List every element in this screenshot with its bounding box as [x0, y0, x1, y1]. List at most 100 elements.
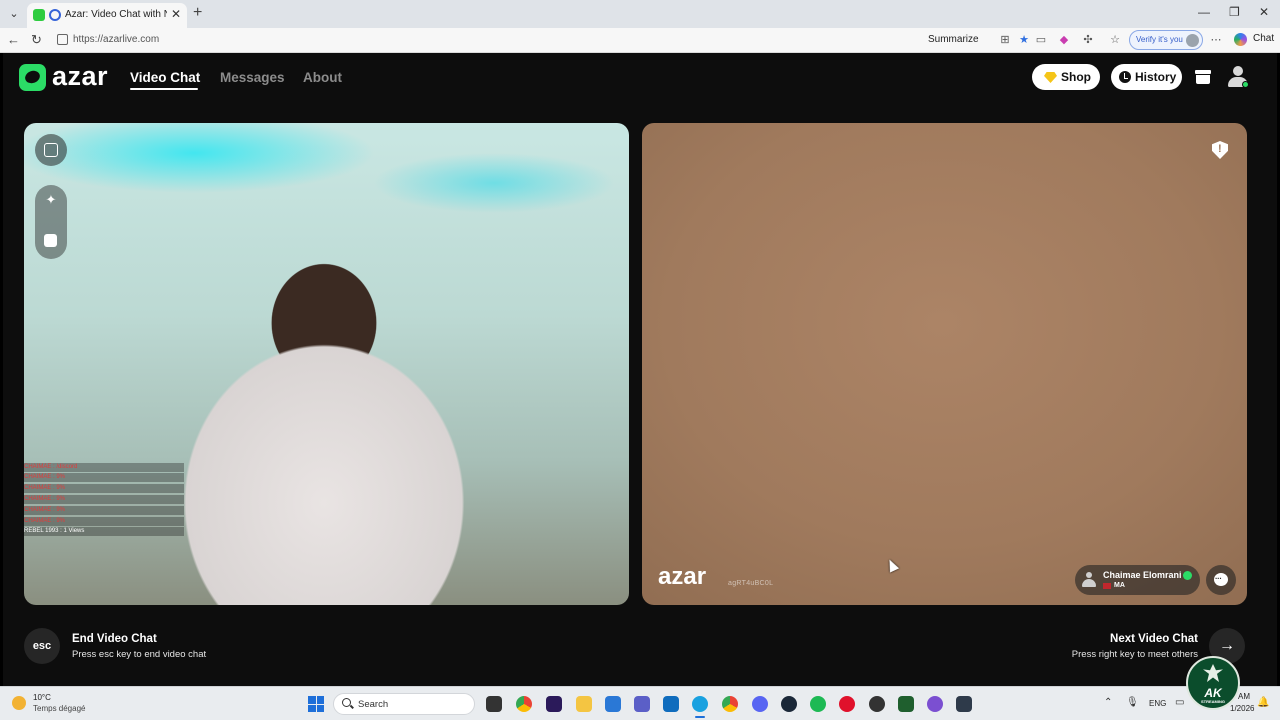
camera-icon[interactable]: ▭ — [1035, 34, 1047, 46]
search-icon — [342, 698, 351, 707]
self-video: ✦ CHAIMAE : /discord CHAIMAE : 9% CHAIMA… — [24, 123, 629, 605]
end-chat-button[interactable]: esc — [24, 628, 60, 664]
inventory-box-icon[interactable] — [1195, 70, 1211, 84]
nav-about[interactable]: About — [303, 70, 342, 85]
teams-icon[interactable] — [634, 696, 650, 712]
weather-temperature[interactable]: 10°C — [33, 693, 51, 702]
remote-azar-watermark: azar — [658, 563, 707, 590]
favorite-star-icon[interactable]: ★ — [1018, 34, 1030, 46]
shop-button[interactable]: Shop — [1032, 64, 1100, 90]
restore-icon[interactable]: ❐ — [1229, 5, 1240, 19]
weather-moon-icon[interactable] — [12, 696, 26, 710]
notifications-icon[interactable]: 🔔 — [1257, 697, 1269, 708]
taskbar-search[interactable]: Search — [333, 693, 475, 715]
nav-video-chat[interactable]: Video Chat — [130, 70, 200, 85]
start-windows-icon[interactable] — [308, 696, 324, 712]
profile-avatar[interactable] — [1227, 65, 1249, 89]
stream-overlay: CHAIMAE : /discord CHAIMAE : 9% CHAIMAE … — [24, 463, 184, 536]
overlay-line: CHAIMAE : 9% — [24, 506, 184, 515]
input-language[interactable]: ENG — [1149, 699, 1166, 708]
steam-icon[interactable] — [781, 696, 797, 712]
peer-avatar-icon — [1082, 572, 1096, 588]
azar-logo-text[interactable]: azar — [52, 62, 108, 90]
session-id: agRT4uBC0L — [728, 580, 774, 587]
new-tab-icon[interactable]: + — [193, 4, 202, 22]
game-launcher-icon[interactable] — [898, 696, 914, 712]
tab-list-chevron-icon[interactable]: ⌄ — [6, 6, 22, 22]
profile-avatar-icon — [1186, 34, 1199, 47]
windows-taskbar: 10°C Temps dégagé Search ⌃ 🎙 ENG ▭ AM 1/… — [0, 686, 1280, 720]
clock-time[interactable]: AM — [1238, 692, 1250, 701]
clock-icon — [1119, 71, 1131, 83]
capture-app-icon[interactable] — [956, 696, 972, 712]
pip-toggle-button[interactable] — [35, 134, 67, 166]
clock-date[interactable]: 1/2026 — [1230, 704, 1254, 713]
browser-tab-bar: ⌄ Azar: Video Chat with New People ✕ + —… — [0, 0, 1280, 28]
summarize-button[interactable]: Summarize — [928, 34, 979, 45]
back-icon[interactable]: ← — [7, 32, 20, 47]
peer-profile-card[interactable]: Chaimae Elomrani MA — [1075, 565, 1200, 595]
report-shield-icon[interactable] — [1212, 141, 1228, 159]
chrome-alt-icon[interactable] — [722, 696, 738, 712]
message-button[interactable]: ··· — [1206, 565, 1236, 595]
history-button[interactable]: History — [1111, 64, 1182, 90]
overlay-line: REBEL 1993 : 1 Views — [24, 527, 184, 536]
premiere-icon[interactable] — [546, 696, 562, 712]
extension-icon[interactable]: ◆ — [1058, 34, 1070, 46]
overlay-line: CHAIMAE : 9% — [24, 517, 184, 526]
chrome-icon[interactable] — [516, 696, 532, 712]
search-label: Search — [358, 699, 389, 710]
chat-button[interactable]: Chat — [1253, 33, 1274, 44]
watermark-sub: STREAMING — [1201, 699, 1225, 704]
expand-icon — [44, 143, 58, 157]
user-head — [1233, 66, 1243, 76]
country-flag-icon — [1103, 583, 1111, 589]
favorites-icon[interactable]: ☆ — [1109, 34, 1121, 46]
chat-dots: ··· — [1215, 574, 1222, 583]
verify-label: Verify it's you — [1136, 35, 1183, 44]
whatsapp-favicon-icon — [33, 9, 45, 21]
magic-wand-icon[interactable]: ✦ — [44, 193, 58, 207]
sticker-icon[interactable] — [44, 234, 57, 247]
ak-streaming-watermark: AK STREAMING — [1186, 656, 1240, 710]
overlay-line: CHAIMAE : 9% — [24, 473, 184, 482]
opera-icon[interactable] — [839, 696, 855, 712]
file-explorer-icon[interactable] — [576, 696, 592, 712]
url-field[interactable]: https://azarlive.com — [52, 31, 922, 50]
task-view-icon[interactable] — [486, 696, 502, 712]
obs-icon[interactable] — [869, 696, 885, 712]
discord-icon[interactable] — [752, 696, 768, 712]
weather-description[interactable]: Temps dégagé — [33, 704, 85, 713]
extensions-puzzle-icon[interactable]: ✣ — [1082, 34, 1094, 46]
azar-page: azar Video Chat Messages About Shop Hist… — [3, 53, 1277, 686]
edge-icon[interactable] — [692, 696, 708, 718]
copilot-icon[interactable] — [1234, 33, 1247, 46]
app-icon[interactable] — [927, 696, 943, 712]
azar-favicon-icon — [49, 9, 61, 21]
tab-close-icon[interactable]: ✕ — [171, 7, 181, 21]
more-menu-icon[interactable]: ⋯ — [1210, 34, 1222, 46]
tray-overflow-icon[interactable]: ⌃ — [1104, 697, 1112, 708]
next-chat-title[interactable]: Next Video Chat — [1110, 633, 1198, 645]
store-icon[interactable] — [605, 696, 621, 712]
watermark-main: AK — [1204, 686, 1222, 700]
outlook-icon[interactable] — [663, 696, 679, 712]
apps-icon[interactable]: ⊞ — [999, 34, 1011, 46]
verified-badge-icon — [1183, 571, 1192, 580]
effects-toolbar: ✦ — [35, 185, 67, 259]
tab-title: Azar: Video Chat with New People — [65, 9, 167, 20]
end-chat-title[interactable]: End Video Chat — [72, 633, 157, 645]
minimize-icon[interactable]: — — [1198, 5, 1210, 19]
browser-tab[interactable]: Azar: Video Chat with New People ✕ — [27, 3, 187, 28]
spotify-icon[interactable] — [810, 696, 826, 712]
window-close-icon[interactable]: ✕ — [1259, 5, 1269, 19]
next-chat-hint: Press right key to meet others — [1071, 649, 1198, 660]
network-icon[interactable]: ▭ — [1175, 697, 1184, 708]
site-info-icon[interactable] — [57, 34, 68, 45]
microphone-icon[interactable]: 🎙 — [1126, 697, 1139, 708]
verify-profile-button[interactable]: Verify it's you — [1129, 30, 1203, 50]
end-chat-hint: Press esc key to end video chat — [72, 649, 207, 660]
azar-logo-icon[interactable] — [19, 64, 46, 91]
nav-messages[interactable]: Messages — [220, 70, 285, 85]
reload-icon[interactable]: ↻ — [31, 32, 42, 48]
